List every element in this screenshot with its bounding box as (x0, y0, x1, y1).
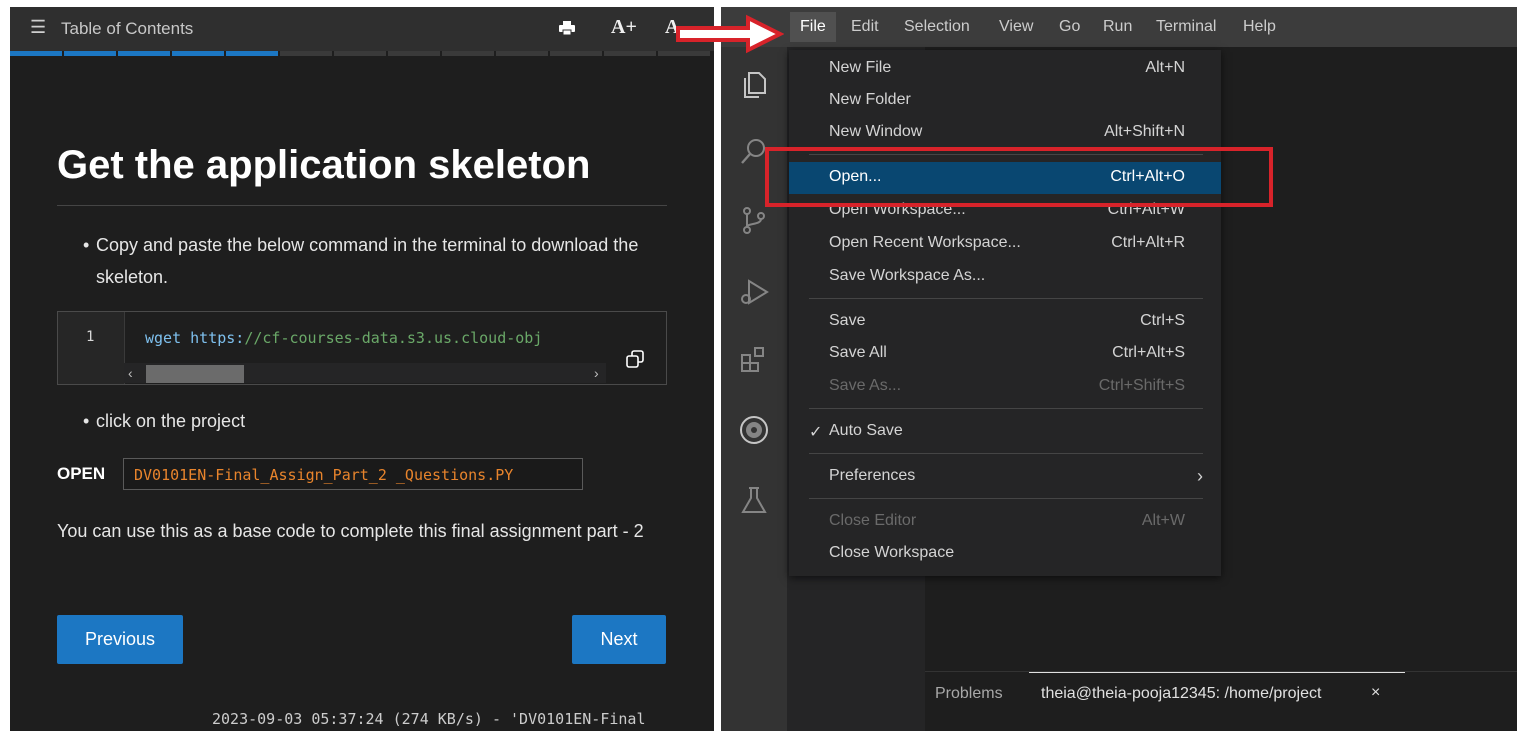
progress-segment (118, 51, 170, 56)
run-debug-icon[interactable] (737, 275, 771, 309)
progress-segment (604, 51, 656, 56)
menu-help[interactable]: Help (1243, 18, 1276, 36)
menu-view[interactable]: View (999, 18, 1033, 36)
annotation-arrow-icon (676, 14, 784, 54)
menu-go[interactable]: Go (1059, 18, 1080, 36)
previous-button[interactable]: Previous (57, 615, 183, 664)
file-menu-dropdown: New File Alt+N New Folder New Window Alt+S… (789, 50, 1221, 576)
progress-segment (496, 51, 548, 56)
tab-terminal[interactable]: theia@theia-pooja12345: /home/project (1041, 685, 1321, 703)
extensions-icon[interactable] (737, 343, 771, 377)
lab-instructions-panel: ☰ Table of Contents A+ A Get the applica… (10, 7, 714, 731)
tab-problems[interactable]: Problems (935, 685, 1003, 703)
skills-network-icon[interactable] (737, 413, 771, 447)
menu-file[interactable]: File (790, 12, 836, 42)
scroll-left-icon[interactable]: ‹ (128, 365, 133, 381)
progress-segment (226, 51, 278, 56)
code-block: 1 wget https://cf-courses-data.s3.us.clo… (57, 311, 667, 385)
menu-item-save-all[interactable]: Save All Ctrl+Alt+S (789, 338, 1221, 370)
menu-item-save[interactable]: Save Ctrl+S (789, 306, 1221, 338)
code-line[interactable]: wget https://cf-courses-data.s3.us.cloud… (145, 329, 619, 347)
menu-separator (809, 453, 1203, 454)
active-tab-indicator (1029, 672, 1405, 673)
page-title: Get the application skeleton (57, 143, 591, 187)
progress-segment (550, 51, 602, 56)
menu-separator (809, 298, 1203, 299)
code-url-prefix: https: (190, 329, 245, 347)
bottom-panel-tabs: Problems theia@theia-pooja12345: /home/p… (925, 671, 1517, 708)
scroll-right-icon[interactable]: › (594, 365, 599, 381)
lab-toolbar: ☰ Table of Contents A+ A (10, 7, 714, 51)
scroll-thumb[interactable] (146, 365, 244, 383)
checkmark-icon: ✓ (809, 424, 823, 441)
menu-item-auto-save[interactable]: ✓ Auto Save (789, 416, 1221, 448)
next-button[interactable]: Next (572, 615, 666, 664)
progress-segment (64, 51, 116, 56)
menu-terminal[interactable]: Terminal (1156, 18, 1216, 36)
menu-item-open-recent-workspace[interactable]: Open Recent Workspace... Ctrl+Alt+R (789, 228, 1221, 260)
menu-bar: File Edit Selection View Go Run Terminal… (721, 7, 1517, 47)
menu-item-new-file[interactable]: New File Alt+N (789, 53, 1221, 85)
annotation-highlight-box (765, 147, 1273, 207)
close-icon[interactable]: × (1371, 684, 1380, 702)
progress-segment (172, 51, 224, 56)
terminal-output-line: 2023-09-03 05:37:24 (274 KB/s) - 'DV0101… (212, 710, 646, 728)
menu-separator (809, 408, 1203, 409)
progress-segment (334, 51, 386, 56)
menu-selection[interactable]: Selection (904, 18, 970, 36)
menu-item-new-window[interactable]: New Window Alt+Shift+N (789, 117, 1221, 149)
menu-item-save-as: Save As... Ctrl+Shift+S (829, 377, 1185, 394)
instruction-bullet: • Copy and paste the below command in the… (83, 235, 639, 287)
instruction-paragraph: You can use this as a base code to compl… (57, 521, 644, 541)
menu-item-close-editor: Close Editor Alt+W (829, 512, 1185, 529)
menu-item-preferences[interactable]: Preferences › (789, 461, 1221, 493)
menu-run[interactable]: Run (1103, 18, 1132, 36)
code-horizontal-scrollbar[interactable]: ‹ › (124, 363, 606, 383)
instruction-bullet: • click on the project (83, 411, 246, 431)
open-label: OPEN (57, 464, 106, 483)
copy-icon[interactable] (626, 350, 644, 368)
menu-separator (809, 498, 1203, 499)
progress-bar (10, 51, 714, 56)
line-number: 1 (86, 329, 95, 345)
progress-segment (10, 51, 62, 56)
progress-segment (388, 51, 440, 56)
print-icon[interactable] (559, 21, 575, 35)
testing-flask-icon[interactable] (737, 483, 771, 517)
open-file-link[interactable]: DV0101EN-Final_Assign_Part_2 _Questions.… (123, 458, 583, 490)
explorer-icon[interactable] (737, 67, 771, 101)
menu-item-save-workspace-as[interactable]: Save Workspace As... (789, 261, 1221, 293)
pane-divider[interactable] (714, 7, 721, 731)
chevron-right-icon: › (1197, 466, 1203, 486)
code-gutter: 1 (58, 312, 125, 384)
menu-item-new-folder[interactable]: New Folder (789, 85, 1221, 117)
progress-segment (280, 51, 332, 56)
progress-segment (442, 51, 494, 56)
source-control-icon[interactable] (737, 203, 771, 237)
title-divider (57, 205, 667, 206)
menu-icon[interactable]: ☰ (30, 17, 50, 37)
toc-title[interactable]: Table of Contents (61, 19, 193, 39)
menu-edit[interactable]: Edit (851, 18, 879, 36)
increase-font-button[interactable]: A+ (611, 16, 637, 39)
menu-item-close-workspace[interactable]: Close Workspace (789, 538, 1221, 570)
